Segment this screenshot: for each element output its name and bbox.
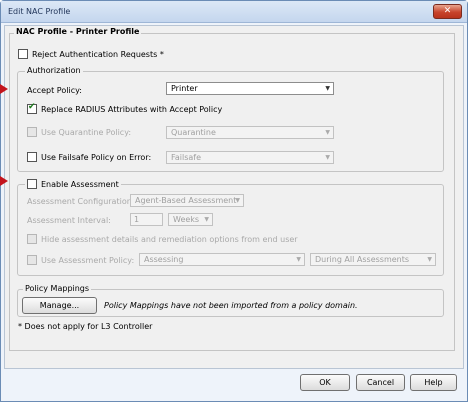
reject-auth-checkbox[interactable]: Reject Authentication Requests *	[18, 49, 164, 59]
dropdown-arrow-icon: ▼	[325, 129, 330, 136]
help-button[interactable]: Help	[410, 374, 457, 391]
assessment-config-value: Agent-Based Assessment	[135, 196, 237, 205]
failsafe-label: Use Failsafe Policy on Error:	[41, 152, 152, 162]
assessment-policy-value: Assessing	[144, 255, 184, 264]
hide-assessment-details-checkbox: Hide assessment details and remediation …	[27, 234, 298, 244]
assessment-scope-select: During All Assessments ▼	[310, 253, 436, 266]
footnote: * Does not apply for L3 Controller	[18, 322, 153, 331]
policy-mappings-legend: Policy Mappings	[23, 284, 92, 293]
dropdown-arrow-icon: ▼	[427, 256, 432, 263]
accept-policy-select[interactable]: Printer ▼	[166, 82, 334, 95]
enable-assessment-box[interactable]	[27, 179, 37, 189]
replace-radius-label: Replace RADIUS Attributes with Accept Po…	[41, 104, 223, 114]
policy-mappings-message: Policy Mappings have not been imported f…	[104, 301, 358, 310]
accept-policy-label: Accept Policy:	[27, 86, 82, 95]
failsafe-select[interactable]: Failsafe ▼	[166, 151, 334, 164]
window-title: Edit NAC Profile	[8, 7, 71, 16]
hide-assessment-box	[27, 234, 37, 244]
use-assessment-policy-label: Use Assessment Policy:	[41, 255, 135, 265]
use-assessment-policy-box	[27, 255, 37, 265]
assessment-scope-value: During All Assessments	[315, 255, 410, 264]
use-assessment-policy-checkbox: Use Assessment Policy:	[27, 255, 134, 265]
profile-title: NAC Profile - Printer Profile	[14, 27, 142, 36]
assessment-policy-select: Assessing ▼	[139, 253, 305, 266]
quarantine-label: Use Quarantine Policy:	[41, 127, 132, 137]
close-button[interactable]: ✕	[433, 4, 462, 19]
assessment-interval-label: Assessment Interval:	[27, 216, 111, 225]
marker-arrow-assessment	[0, 176, 8, 186]
reject-auth-label: Reject Authentication Requests *	[32, 49, 164, 59]
assessment-config-select: Agent-Based Assessment ▼	[130, 194, 244, 207]
accept-policy-value: Printer	[171, 84, 198, 93]
assessment-interval-unit-select: Weeks ▼	[168, 213, 213, 226]
hide-assessment-label: Hide assessment details and remediation …	[41, 234, 298, 244]
quarantine-value: Quarantine	[171, 128, 216, 137]
reject-auth-box[interactable]	[18, 49, 28, 59]
replace-radius-checkbox[interactable]: Replace RADIUS Attributes with Accept Po…	[27, 102, 223, 114]
dropdown-arrow-icon: ▼	[204, 216, 209, 223]
dropdown-arrow-icon: ▼	[325, 154, 330, 161]
cancel-button[interactable]: Cancel	[356, 374, 405, 391]
quarantine-select: Quarantine ▼	[166, 126, 334, 139]
quarantine-checkbox: Use Quarantine Policy:	[27, 127, 131, 137]
assessment-config-label: Assessment Configuration:	[27, 197, 135, 206]
manage-button[interactable]: Manage...	[22, 297, 97, 314]
dropdown-arrow-icon: ▼	[296, 256, 301, 263]
dropdown-arrow-icon: ▼	[235, 197, 240, 204]
ok-button[interactable]: OK	[300, 374, 350, 391]
failsafe-box[interactable]	[27, 152, 37, 162]
enable-assessment-checkbox[interactable]: Enable Assessment	[25, 179, 121, 189]
enable-assessment-label: Enable Assessment	[41, 179, 119, 189]
assessment-interval-input: 1	[130, 213, 163, 226]
authorization-legend: Authorization	[25, 66, 83, 75]
quarantine-box	[27, 127, 37, 137]
failsafe-value: Failsafe	[171, 153, 202, 162]
failsafe-checkbox[interactable]: Use Failsafe Policy on Error:	[27, 152, 151, 162]
dropdown-arrow-icon: ▼	[325, 85, 330, 92]
title-bar: Edit NAC Profile ✕	[1, 1, 467, 23]
marker-arrow-authorization	[0, 84, 8, 94]
replace-radius-box[interactable]	[27, 102, 37, 114]
assessment-interval-unit: Weeks	[173, 215, 200, 224]
